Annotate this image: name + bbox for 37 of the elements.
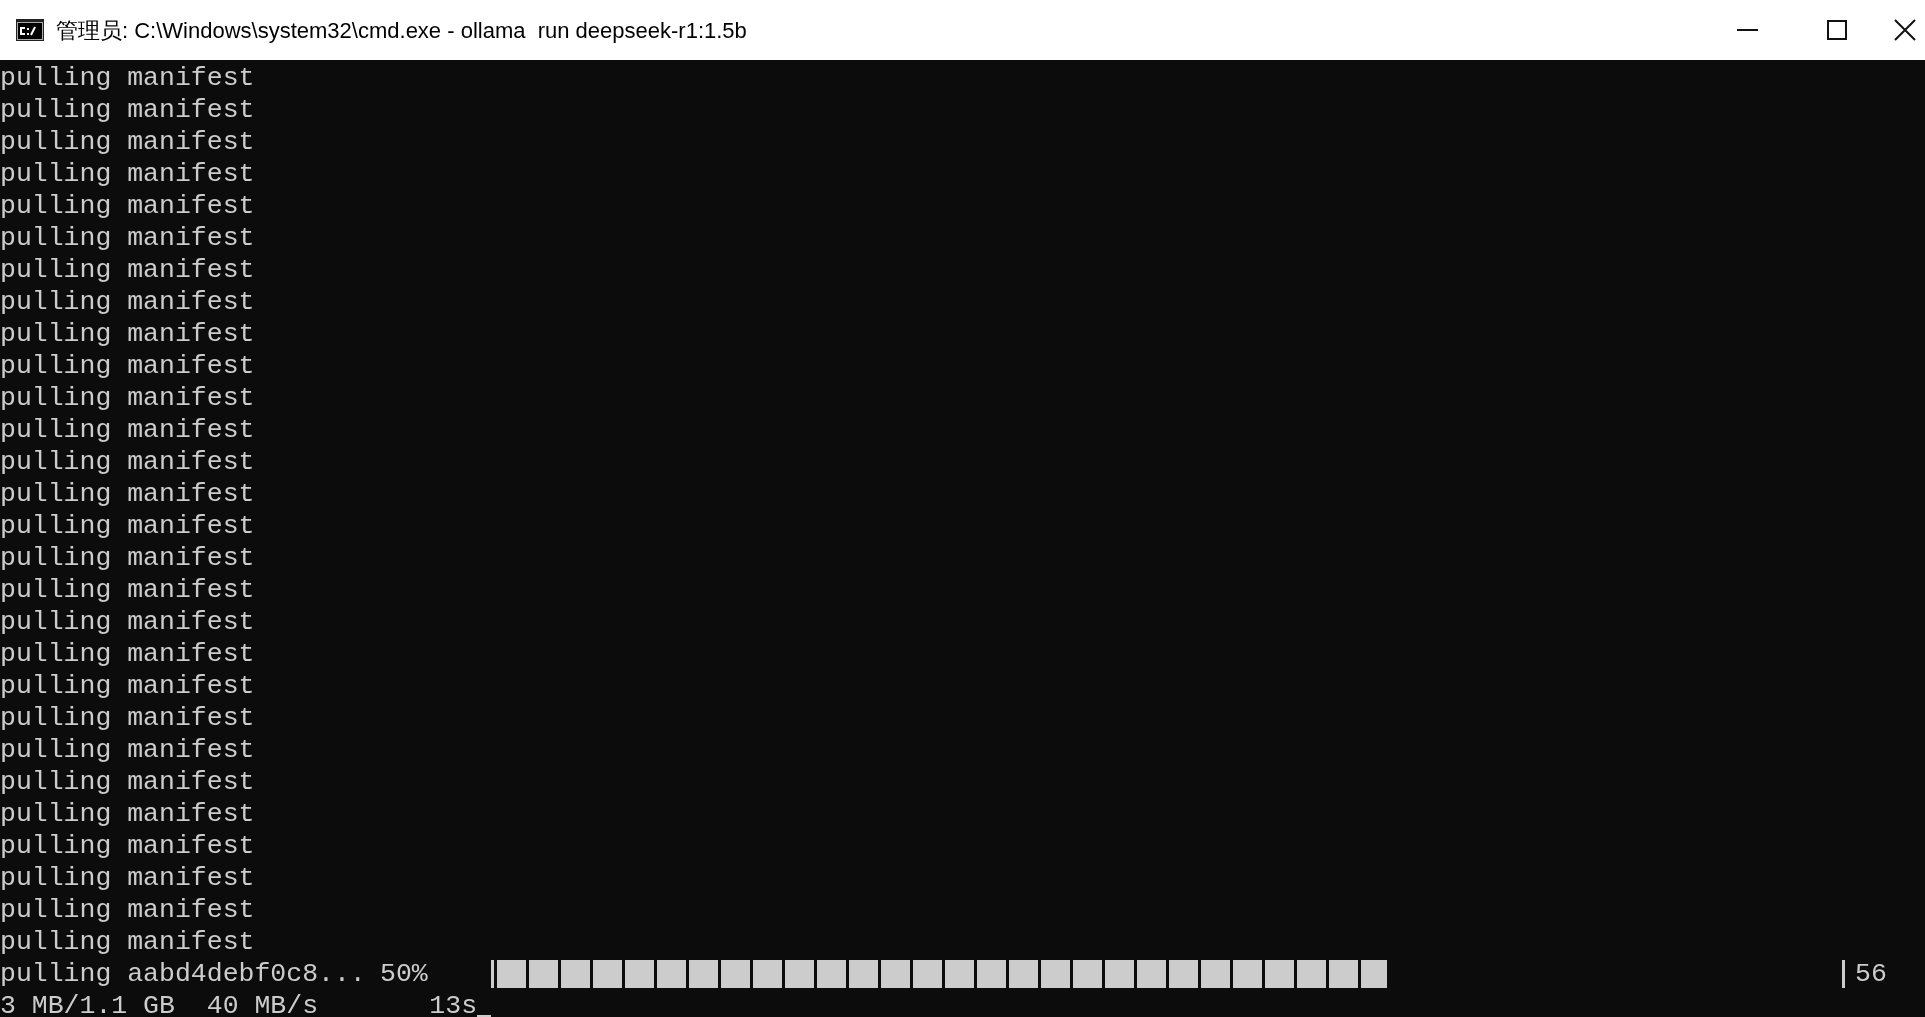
console-line: 3 MB/1.1 GB 40 MB/s 13s: [0, 990, 478, 1017]
close-icon: [1894, 19, 1916, 41]
console-line: pulling manifest: [0, 926, 255, 958]
console-line: pulling manifest: [0, 382, 255, 414]
console-line: pulling manifest: [0, 350, 255, 382]
console-line: pulling manifest: [0, 254, 255, 286]
console-line: pulling manifest: [0, 414, 255, 446]
console-line: pulling manifest: [0, 478, 255, 510]
window-title: 管理员: C:\Windows\system32\cmd.exe - ollama run deepseek-r1:1.5b: [56, 16, 747, 45]
console-line: pulling manifest: [0, 862, 255, 894]
minimize-icon: [1736, 29, 1758, 31]
console-line: pulling manifest: [0, 190, 255, 222]
console-line: pulling manifest: [0, 606, 255, 638]
console-line: pulling manifest: [0, 62, 255, 94]
console-line: pulling manifest: [0, 766, 255, 798]
console-line: pulling manifest: [0, 510, 255, 542]
console-line: pulling manifest: [0, 638, 255, 670]
text-cursor: [477, 1015, 492, 1017]
console-line: pulling manifest: [0, 318, 255, 350]
console-line: pulling manifest: [0, 94, 255, 126]
console-line: pulling manifest: [0, 158, 255, 190]
console-icon: [16, 19, 44, 41]
console-line: pulling manifest: [0, 734, 255, 766]
console-line: pulling manifest: [0, 286, 255, 318]
console-line: pulling manifest: [0, 446, 255, 478]
console-line: pulling manifest: [0, 894, 255, 926]
console-line: pulling manifest: [0, 798, 255, 830]
console-line: pulling manifest: [0, 702, 255, 734]
console-line: pulling manifest: [0, 126, 255, 158]
console-line: pulling manifest: [0, 670, 255, 702]
console-line: pulling manifest: [0, 542, 255, 574]
console-line: pulling manifest: [0, 830, 255, 862]
console-line: pulling manifest: [0, 574, 255, 606]
console-text: 56: [1855, 958, 1887, 990]
console-line: pulling manifest: [0, 222, 255, 254]
progress-percent: 50%: [380, 958, 429, 990]
maximize-icon: [1827, 20, 1847, 40]
